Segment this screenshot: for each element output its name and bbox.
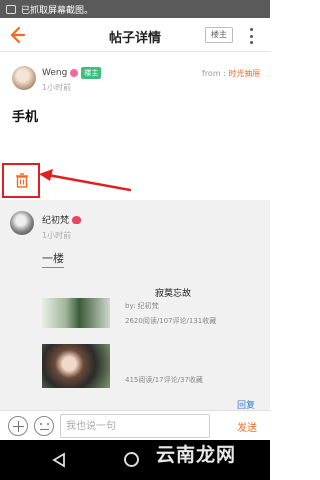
post-source: from : 时光抽屉 — [202, 68, 260, 79]
watermark: 云南龙网 — [156, 444, 237, 466]
card-stats-2: 415阅读/17评论/37收藏 — [125, 376, 203, 384]
comment-bar: 发送 — [0, 410, 270, 440]
more-menu-icon[interactable] — [248, 28, 254, 44]
reply-section: 纪初梵 1小时前 一楼 寂莫忘故 by: 纪初梵 2620阅读/107评论/13… — [0, 200, 270, 410]
app-header: 帖子详情 楼主 — [0, 18, 270, 52]
status-bar: 已抓取屏幕截图。 — [0, 0, 270, 18]
reply-item: 纪初梵 1小时前 一楼 寂莫忘故 by: 纪初梵 2620阅读/107评论/13… — [0, 200, 270, 410]
card-stats-1: 2620阅读/107评论/131收藏 — [125, 317, 217, 325]
reply-floor: 一楼 — [42, 250, 64, 268]
author-name[interactable]: Weng — [42, 68, 67, 78]
send-button[interactable]: 发送 — [237, 419, 257, 434]
only-author-button[interactable]: 楼主 — [205, 27, 233, 43]
delete-highlight-box — [2, 163, 40, 198]
card-thumbnail-1[interactable] — [42, 298, 110, 328]
source-board-link[interactable]: 时光抽屉 — [228, 69, 260, 78]
source-prefix: from : — [202, 69, 229, 78]
screenshot-icon — [6, 4, 16, 14]
card-author: by: 纪初梵 — [125, 302, 159, 310]
comment-input[interactable] — [60, 414, 210, 438]
author-line: Weng 楼主 — [42, 67, 102, 79]
post-content: 手机 — [12, 110, 39, 125]
replier-name[interactable]: 纪初梵 — [42, 213, 69, 226]
female-gender-icon — [70, 69, 79, 77]
nav-back-icon[interactable] — [52, 452, 66, 468]
author-avatar[interactable] — [12, 66, 36, 90]
status-notification: 已抓取屏幕截图。 — [21, 5, 94, 16]
shared-card-title[interactable]: 寂莫忘故 — [155, 286, 191, 299]
post-time: 1小时前 — [42, 83, 72, 92]
author-badge: 楼主 — [81, 67, 102, 79]
card-thumbnail-2[interactable] — [42, 344, 110, 388]
add-attachment-icon[interactable] — [8, 416, 28, 436]
replier-avatar[interactable] — [10, 211, 34, 235]
heart-badge-icon — [72, 215, 82, 224]
annotation-arrow — [39, 169, 132, 192]
reply-time: 1小时前 — [42, 231, 72, 240]
trash-icon[interactable] — [15, 173, 29, 188]
replier-line: 纪初梵 — [42, 213, 82, 226]
emoji-icon[interactable] — [34, 416, 54, 436]
nav-home-icon[interactable] — [124, 452, 139, 467]
original-post: Weng 楼主 1小时前 from : 时光抽屉 手机 — [0, 52, 270, 174]
